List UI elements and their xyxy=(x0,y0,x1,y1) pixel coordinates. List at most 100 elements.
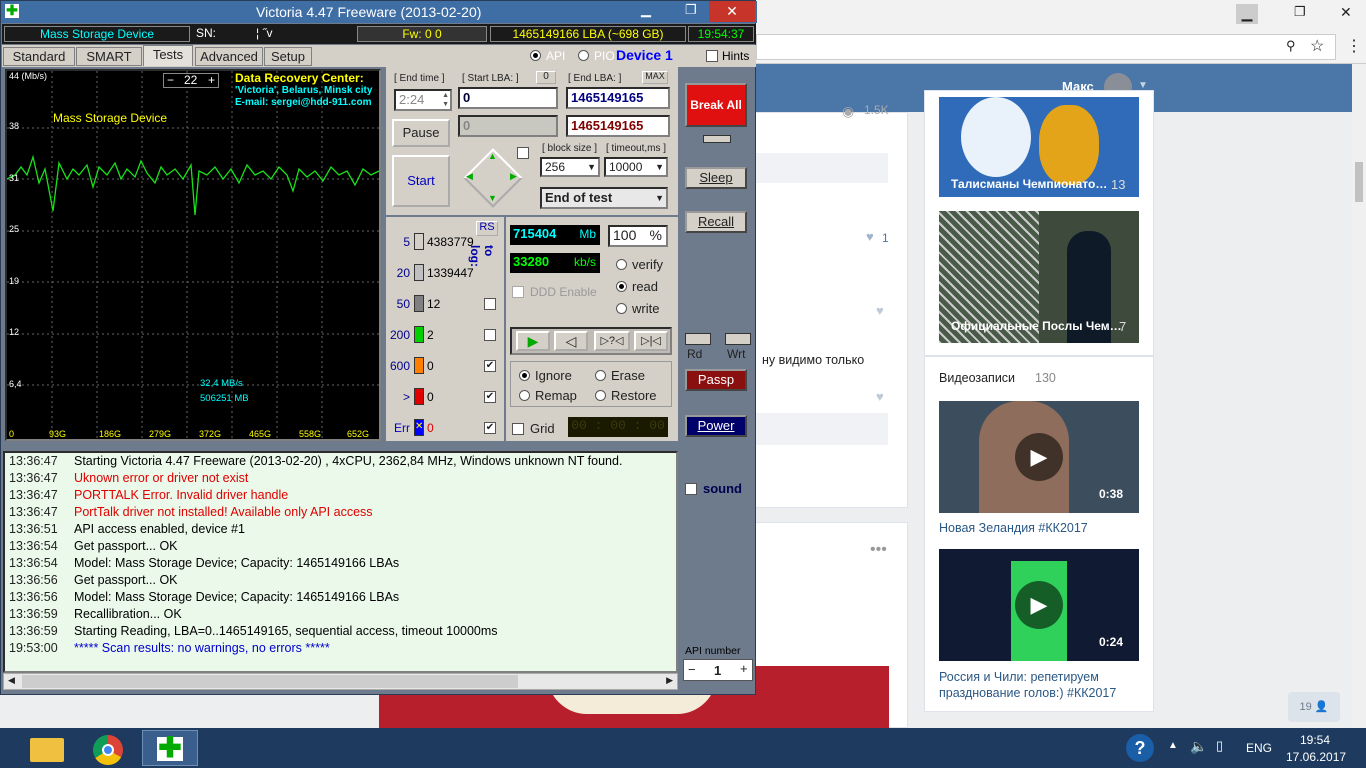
menu-icon[interactable]: ⋮ xyxy=(1346,36,1362,56)
video-title[interactable]: Новая Зеландия #КК2017 xyxy=(939,521,1088,535)
end-action-select[interactable]: End of test ▼ xyxy=(540,187,668,209)
play-button[interactable]: ▶ xyxy=(516,331,550,351)
ignore-radio[interactable]: Ignore xyxy=(519,368,572,383)
sleep-button[interactable]: Sleep xyxy=(685,167,747,189)
start-button[interactable]: Start xyxy=(392,155,450,207)
minimize-icon[interactable]: ▁ xyxy=(641,2,651,18)
pause-button[interactable]: Pause xyxy=(392,119,450,147)
bookmark-star-icon[interactable]: ☆ xyxy=(1310,36,1324,56)
scroll-right-icon[interactable]: ▶ xyxy=(666,675,673,686)
erase-radio[interactable]: Erase xyxy=(595,368,645,383)
pio-radio[interactable]: PIO xyxy=(578,49,615,63)
arrow-left-icon[interactable]: ◀ xyxy=(466,171,473,182)
arrow-down-icon[interactable]: ▼ xyxy=(488,193,497,203)
chevron-down-icon[interactable]: ▼ xyxy=(655,159,664,176)
explorer-taskbar-button[interactable] xyxy=(20,730,76,766)
page-scrollbar[interactable] xyxy=(1352,64,1366,728)
album-thumb[interactable]: Талисманы Чемпионато… 13 xyxy=(939,97,1139,197)
spin-icon[interactable]: ▲ ▼ xyxy=(442,91,449,109)
url-input[interactable] xyxy=(756,34,1336,60)
video-title[interactable]: Россия и Чили: репетируем празднование г… xyxy=(939,669,1139,701)
close-icon[interactable]: ✕ xyxy=(1340,4,1352,21)
close-button[interactable]: ✕ xyxy=(709,1,755,22)
start-lba-input[interactable]: 0 xyxy=(458,87,558,109)
zoom-out-icon[interactable]: − xyxy=(167,74,174,87)
clock-date[interactable]: 17.06.2017 xyxy=(1286,750,1346,764)
scroll-thumb[interactable] xyxy=(22,675,518,688)
tab-standard[interactable]: Standard xyxy=(3,47,75,66)
log-message: Get passport... OK xyxy=(74,573,178,587)
like-icon[interactable]: ♥ xyxy=(866,229,874,244)
video-thumb[interactable]: ▶ 0:24 xyxy=(939,549,1139,661)
restore-icon[interactable]: ❐ xyxy=(685,2,697,18)
end-lba-max-button[interactable]: MAX xyxy=(642,71,668,84)
friends-online-badge[interactable]: 19 👤 xyxy=(1288,692,1340,722)
minus-icon[interactable]: − xyxy=(688,662,696,677)
random-button[interactable]: ▷?◁ xyxy=(594,331,630,351)
pin-icon[interactable]: ⚲ xyxy=(1286,38,1296,54)
volume-icon[interactable]: 🔈 xyxy=(1190,738,1207,755)
like-icon[interactable]: ♥ xyxy=(876,389,884,404)
back-button[interactable]: ◁ xyxy=(554,331,588,351)
verify-radio[interactable]: verify xyxy=(616,257,663,272)
grid-checkbox[interactable]: Grid xyxy=(512,421,555,436)
end-lba-current-input[interactable]: 1465149165 xyxy=(566,115,670,137)
arrow-up-icon[interactable]: ▲ xyxy=(488,151,497,161)
sound-checkbox[interactable]: sound xyxy=(685,481,742,496)
tab-advanced[interactable]: Advanced xyxy=(195,47,263,66)
language-indicator[interactable]: ENG xyxy=(1246,741,1272,755)
power-button[interactable]: Power xyxy=(685,415,747,437)
block-size-select[interactable]: 256 ▼ xyxy=(540,157,600,177)
api-number-stepper[interactable]: − 1 + xyxy=(683,659,753,681)
scroll-left-icon[interactable]: ◀ xyxy=(8,675,15,686)
log-checkbox[interactable] xyxy=(484,298,496,310)
break-all-button[interactable]: Break All xyxy=(685,83,747,127)
chevron-down-icon[interactable]: ▼ xyxy=(655,190,664,207)
end-lba-input[interactable]: 1465149165 xyxy=(566,87,670,109)
chevron-down-icon[interactable]: ▼ xyxy=(587,159,596,176)
read-radio[interactable]: read xyxy=(616,279,658,294)
start-lba-zero-button[interactable]: 0 xyxy=(536,71,556,84)
more-icon[interactable]: ••• xyxy=(870,541,887,559)
arrow-right-icon[interactable]: ▶ xyxy=(510,171,517,182)
minimize-icon[interactable]: ▁ xyxy=(1236,4,1258,24)
restore-icon[interactable]: ❐ xyxy=(1294,4,1306,20)
plus-icon[interactable]: + xyxy=(740,661,748,676)
log-checkbox[interactable]: ✔ xyxy=(484,360,496,372)
butterfly-button[interactable]: ▷|◁ xyxy=(634,331,668,351)
log-checkbox[interactable]: ✔ xyxy=(484,391,496,403)
timeout-select[interactable]: 10000 ▼ xyxy=(604,157,668,177)
network-icon[interactable]: ▯ xyxy=(1216,738,1223,754)
tab-smart[interactable]: SMART xyxy=(76,47,142,66)
video-thumb[interactable]: ▶ 0:38 xyxy=(939,401,1139,513)
log-checkbox[interactable]: ✔ xyxy=(484,422,496,434)
api-radio[interactable]: API xyxy=(530,49,565,63)
tab-tests[interactable]: Tests xyxy=(143,45,193,66)
like-icon[interactable]: ♥ xyxy=(876,303,884,318)
chrome-taskbar-button[interactable] xyxy=(80,730,136,766)
zoom-control[interactable]: − 22 + xyxy=(163,73,219,88)
restore-radio[interactable]: Restore xyxy=(595,388,657,403)
firmware: Fw: 0 0 xyxy=(357,26,487,42)
ddd-checkbox[interactable]: DDD Enable xyxy=(512,285,597,299)
remap-radio[interactable]: Remap xyxy=(519,388,577,403)
log-checkbox[interactable] xyxy=(484,329,496,341)
end-time-input[interactable]: 2:24 ▲ ▼ xyxy=(394,89,452,111)
play-icon[interactable]: ▶ xyxy=(1015,581,1063,629)
direction-checkbox[interactable] xyxy=(517,147,529,159)
tray-chevron-icon[interactable]: ▲ xyxy=(1168,740,1178,751)
write-radio[interactable]: write xyxy=(616,301,659,316)
hints-checkbox[interactable]: Hints xyxy=(706,49,749,63)
passp-button[interactable]: Passp xyxy=(685,369,747,391)
play-icon[interactable]: ▶ xyxy=(1015,433,1063,481)
log-scrollbar[interactable]: ◀ ▶ xyxy=(3,673,678,690)
clock-time[interactable]: 19:54 xyxy=(1300,733,1330,747)
zoom-in-icon[interactable]: + xyxy=(208,74,215,87)
album-thumb[interactable]: Официальные Послы Чем… 7 xyxy=(939,211,1139,343)
help-icon[interactable]: ? xyxy=(1126,734,1154,762)
tab-setup[interactable]: Setup xyxy=(264,47,312,66)
recall-button[interactable]: Recall xyxy=(685,211,747,233)
videos-label[interactable]: Видеозаписи xyxy=(939,371,1015,385)
stat-ms-label: > xyxy=(402,390,410,404)
victoria-taskbar-button[interactable]: ✚ xyxy=(142,730,198,766)
